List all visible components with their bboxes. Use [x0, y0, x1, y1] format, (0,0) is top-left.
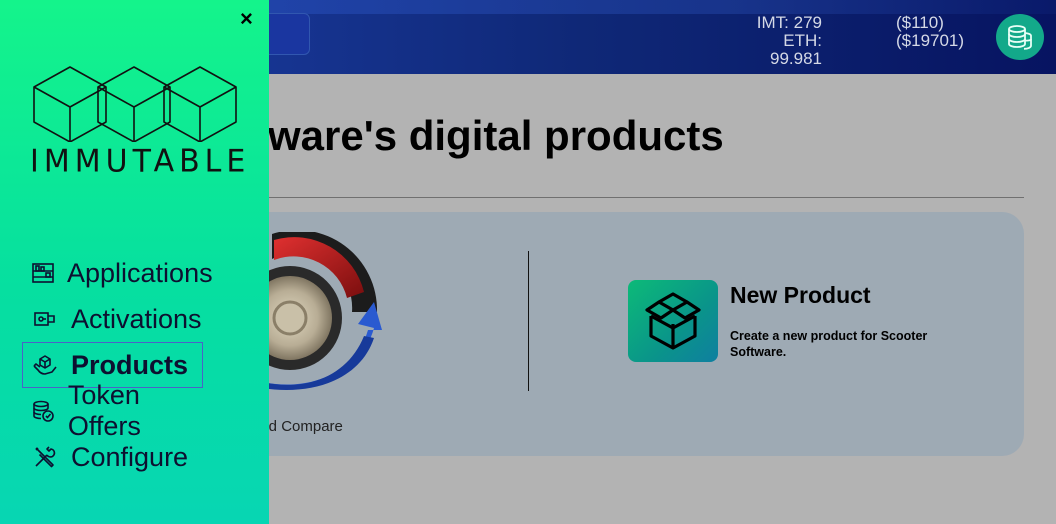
sidebar-item-applications[interactable]: Applications: [22, 250, 213, 296]
sidebar-item-activations[interactable]: Activations: [22, 296, 204, 342]
tools-icon: [31, 443, 59, 471]
token-balances: IMT: 279 ETH: 99.981: [746, 14, 822, 68]
vertical-separator: [528, 251, 529, 391]
sidebar-item-label: Applications: [67, 257, 213, 288]
sidebar-item-label: Products: [71, 349, 189, 380]
coins-icon: [1008, 25, 1032, 50]
imt-balance: IMT: 279: [756, 13, 822, 32]
new-product-button[interactable]: [628, 280, 718, 362]
new-product-title[interactable]: New Product: [730, 282, 871, 309]
title-divider: [250, 197, 1024, 198]
wallet-button[interactable]: [996, 14, 1044, 60]
imt-usd-value: ($110): [896, 13, 944, 32]
close-sidebar-button[interactable]: ×: [240, 8, 253, 30]
sidebar-item-label: Activations: [71, 303, 202, 334]
sidebar-item-label: Configure: [71, 441, 189, 472]
sidebar-item-token-offers[interactable]: Token Offers: [22, 380, 204, 441]
open-box-icon: [645, 292, 701, 350]
sidebar-item-configure[interactable]: Configure: [22, 434, 204, 480]
logo-wordmark: IMMUTABLE: [30, 143, 251, 180]
sidebar-nav: Applications Activations Products Token …: [22, 250, 262, 480]
key-card-icon: [31, 305, 59, 333]
shelves-icon: [31, 259, 55, 287]
page-title: ftware's digital products: [240, 112, 724, 159]
cubes-logo-icon: [33, 66, 237, 143]
sidebar: × IMMUTABLE Applications Activations Pro…: [0, 0, 269, 524]
new-product-description: Create a new product for Scooter Softwar…: [730, 329, 928, 359]
eth-usd-value: ($19701): [896, 31, 965, 50]
usd-balances: ($110) ($19701): [896, 14, 964, 50]
sidebar-item-label: Token Offers: [67, 380, 141, 441]
coin-stack-icon: [31, 397, 56, 425]
eth-balance: ETH: 99.981: [770, 31, 822, 68]
product-image[interactable]: [252, 232, 382, 398]
immutable-logo: IMMUTABLE: [30, 62, 251, 180]
hand-box-icon: [31, 351, 59, 379]
